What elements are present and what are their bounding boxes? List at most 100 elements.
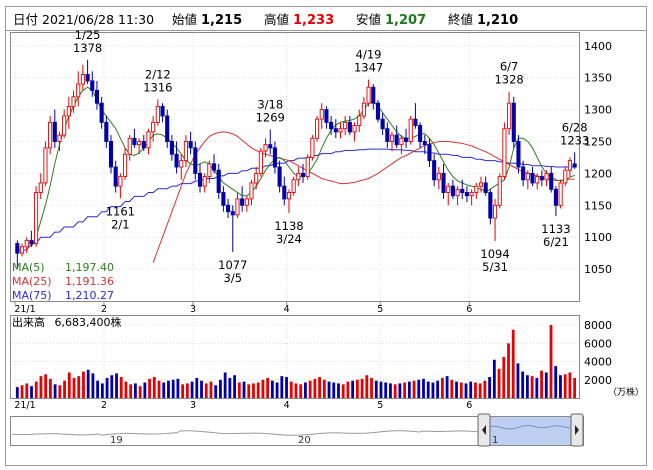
- volume-bar: [34, 381, 38, 398]
- volume-bar: [214, 385, 218, 398]
- volume-y-axis: 2000 4000 6000 8000: [584, 319, 612, 387]
- volume-x-tick-label: 2: [101, 400, 107, 411]
- legend-ma5-label: MA(5): [12, 261, 45, 274]
- volume-tick-label: 8000: [584, 319, 612, 332]
- candle-body: [76, 83, 81, 98]
- candle-body: [193, 147, 198, 174]
- volume-bar: [143, 382, 147, 398]
- navigator-right-handle[interactable]: [570, 413, 584, 447]
- volume-bar: [403, 382, 407, 398]
- volume-x-tick-label: 4: [284, 400, 290, 411]
- candle-body: [202, 176, 207, 187]
- volume-bar: [275, 382, 279, 398]
- candle-body: [272, 147, 277, 168]
- candle-body: [389, 134, 395, 142]
- volume-title: 出来高: [12, 315, 45, 329]
- volume-bar: [398, 383, 402, 398]
- navigator-left-handle[interactable]: [477, 413, 491, 447]
- candle-body: [94, 89, 100, 104]
- volume-bar: [195, 377, 199, 398]
- candle-body: [146, 131, 151, 149]
- volume-bar: [379, 381, 383, 398]
- price-tick-label: 1300: [584, 104, 612, 117]
- volume-bar: [540, 370, 543, 398]
- annotation-low-value: 1094: [480, 247, 509, 261]
- volume-bar: [63, 380, 66, 398]
- volume-bar: [261, 379, 265, 398]
- candle-body: [432, 160, 437, 181]
- x-tick-label: 4: [284, 304, 290, 315]
- candle-body: [108, 141, 114, 168]
- volume-bar: [77, 376, 81, 398]
- candle-body: [207, 163, 212, 178]
- candle-body: [118, 176, 123, 187]
- volume-bar: [266, 377, 270, 398]
- candle-body: [66, 105, 71, 117]
- candle-body: [450, 185, 455, 197]
- volume-bar: [384, 382, 388, 398]
- volume-bar: [492, 359, 496, 398]
- volume-bar: [289, 381, 293, 398]
- volume-bar: [422, 378, 425, 398]
- price-tick-label: 1350: [584, 72, 612, 85]
- candle-body: [24, 239, 29, 248]
- legend-ma25-value: 1,191.36: [65, 275, 114, 288]
- volume-bar: [365, 375, 369, 398]
- candle-body: [230, 211, 235, 216]
- volume-bar: [53, 384, 57, 398]
- volume-bar: [242, 381, 246, 398]
- candle-body: [57, 134, 62, 142]
- candle-body: [244, 198, 249, 206]
- volume-bar: [299, 384, 303, 398]
- volume-bar: [483, 380, 487, 398]
- candle-body: [399, 137, 404, 146]
- volume-bar: [171, 379, 175, 398]
- candle-body: [235, 198, 240, 216]
- volume-bar: [228, 377, 232, 398]
- candle-body: [71, 96, 76, 107]
- volume-bar: [58, 385, 62, 398]
- candle-body: [516, 141, 521, 168]
- range-navigator[interactable]: 19 20 1: [10, 413, 584, 447]
- volume-bar: [355, 379, 359, 398]
- legend-ma5-value: 1,197.40: [65, 261, 114, 274]
- navigator-selected-range[interactable]: [485, 417, 577, 445]
- candle-body: [90, 80, 95, 91]
- volume-bar: [15, 387, 19, 398]
- candle-body: [221, 192, 226, 206]
- volume-bar: [100, 383, 104, 398]
- annotation-high-date: 2/12: [145, 67, 171, 81]
- volume-bar: [252, 383, 255, 398]
- candle-body: [197, 172, 203, 187]
- candle-body: [460, 188, 465, 193]
- volume-bar: [563, 374, 567, 398]
- candle-body: [441, 172, 446, 193]
- candle-body: [539, 176, 544, 181]
- annotation-low-date: 5/31: [482, 260, 508, 274]
- volume-bar: [318, 377, 321, 398]
- candle-body: [183, 141, 188, 162]
- navigator-label-20: 20: [298, 435, 311, 446]
- candle-body: [492, 204, 498, 219]
- volume-bar: [25, 383, 29, 398]
- candle-body: [558, 182, 563, 206]
- stock-chart: 1/2513782/1213163/1812694/191347 6/713286…: [5, 6, 647, 466]
- price-tick-label: 1200: [584, 167, 612, 180]
- volume-bar: [223, 372, 227, 398]
- volume-bar: [237, 382, 241, 398]
- candle-body: [127, 137, 132, 155]
- volume-bar: [337, 383, 340, 398]
- volume-bar: [568, 372, 572, 398]
- x-tick-label: 21/1: [14, 304, 35, 315]
- volume-bar: [440, 377, 444, 398]
- candle-body: [282, 185, 287, 200]
- volume-bar: [426, 381, 430, 398]
- candle-body: [268, 144, 273, 149]
- candle-body: [544, 172, 549, 181]
- candle-body: [455, 188, 460, 197]
- volume-bar: [351, 380, 355, 398]
- candle-body: [254, 172, 259, 184]
- annotation-low-date: 3/5: [224, 271, 243, 285]
- volume-bar: [86, 369, 90, 398]
- volume-bar: [530, 376, 534, 398]
